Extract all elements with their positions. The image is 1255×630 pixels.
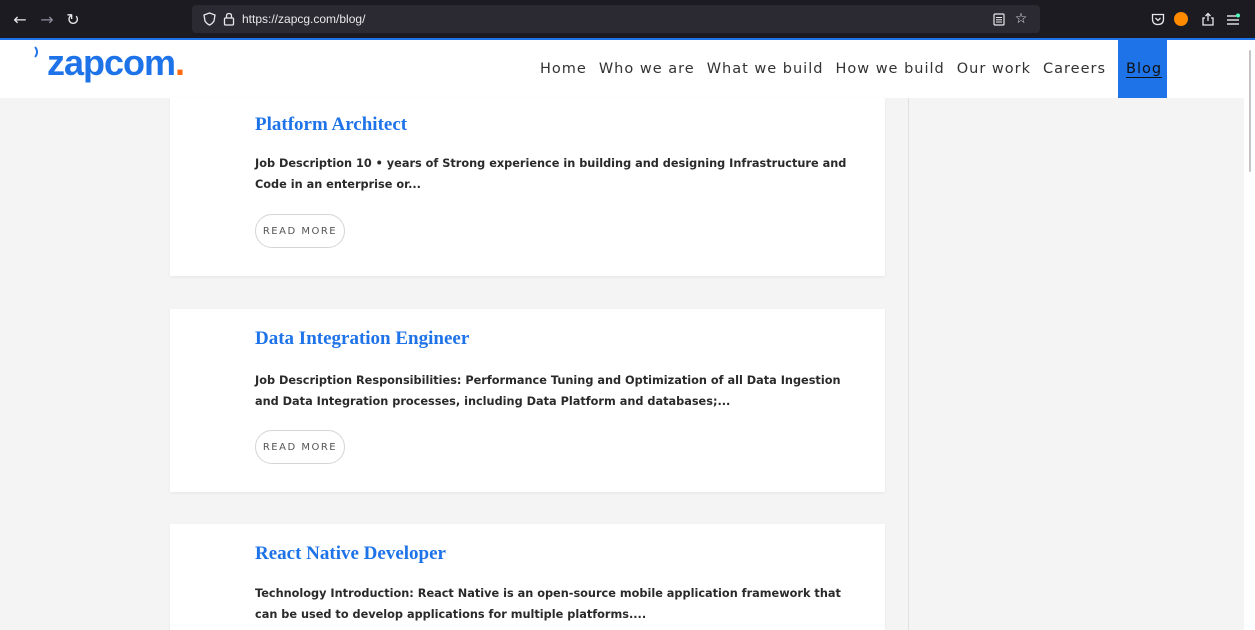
url-text: https://zapcg.com/blog/	[242, 12, 366, 26]
page-scrollbar[interactable]	[1244, 40, 1255, 630]
forward-icon[interactable]: →	[36, 0, 58, 38]
menu-icon[interactable]	[1222, 0, 1244, 38]
browser-toolbar: ← → ↻ https://zapcg.com/blog/ ☆	[0, 0, 1255, 38]
post-card: React Native Developer Technology Introd…	[170, 524, 885, 630]
blog-sidebar	[908, 98, 1245, 630]
reload-icon[interactable]: ↻	[62, 0, 84, 38]
post-card: Data Integration Engineer Job Descriptio…	[170, 309, 885, 492]
nav-blog-label: Blog	[1126, 61, 1163, 78]
post-excerpt: Job Description 10 • years of Strong exp…	[255, 157, 847, 191]
nav-who-we-are[interactable]: Who we are	[593, 40, 701, 98]
post-excerpt: Technology Introduction: React Native is…	[255, 587, 841, 621]
post-card: Platform Architect Job Description 10 • …	[170, 98, 885, 276]
nav-careers[interactable]: Careers	[1037, 40, 1112, 98]
zapcom-logo[interactable]: zapcom.	[47, 42, 185, 84]
nav-what-we-build[interactable]: What we build	[701, 40, 830, 98]
address-bar[interactable]: https://zapcg.com/blog/ ☆	[192, 5, 1040, 33]
bookmark-star-icon[interactable]: ☆	[1012, 5, 1030, 33]
nav-our-work[interactable]: Our work	[951, 40, 1037, 98]
share-icon[interactable]	[1197, 0, 1219, 38]
extension-icon[interactable]	[1170, 0, 1192, 38]
shield-icon[interactable]	[200, 5, 218, 33]
lock-icon[interactable]	[220, 5, 238, 33]
read-more-button[interactable]: READ MORE	[255, 430, 345, 464]
post-title[interactable]: Platform Architect	[255, 114, 407, 136]
nav-home[interactable]: Home	[534, 40, 593, 98]
loading-spinner-icon	[22, 44, 38, 60]
scrollbar-thumb[interactable]	[1249, 50, 1251, 172]
pocket-icon[interactable]	[1147, 0, 1169, 38]
read-more-button[interactable]: READ MORE	[255, 214, 345, 248]
post-title[interactable]: React Native Developer	[255, 543, 446, 565]
main-nav: Home Who we are What we build How we bui…	[534, 40, 1168, 98]
nav-blog[interactable]: Blog	[1118, 40, 1168, 98]
nav-how-we-build[interactable]: How we build	[829, 40, 950, 98]
back-icon[interactable]: ←	[9, 0, 31, 38]
reader-icon[interactable]	[990, 5, 1008, 33]
post-excerpt: Job Description Responsibilities: Perfor…	[255, 374, 841, 408]
post-title[interactable]: Data Integration Engineer	[255, 328, 469, 350]
site-header: zapcom. Home Who we are What we build Ho…	[0, 40, 1244, 98]
